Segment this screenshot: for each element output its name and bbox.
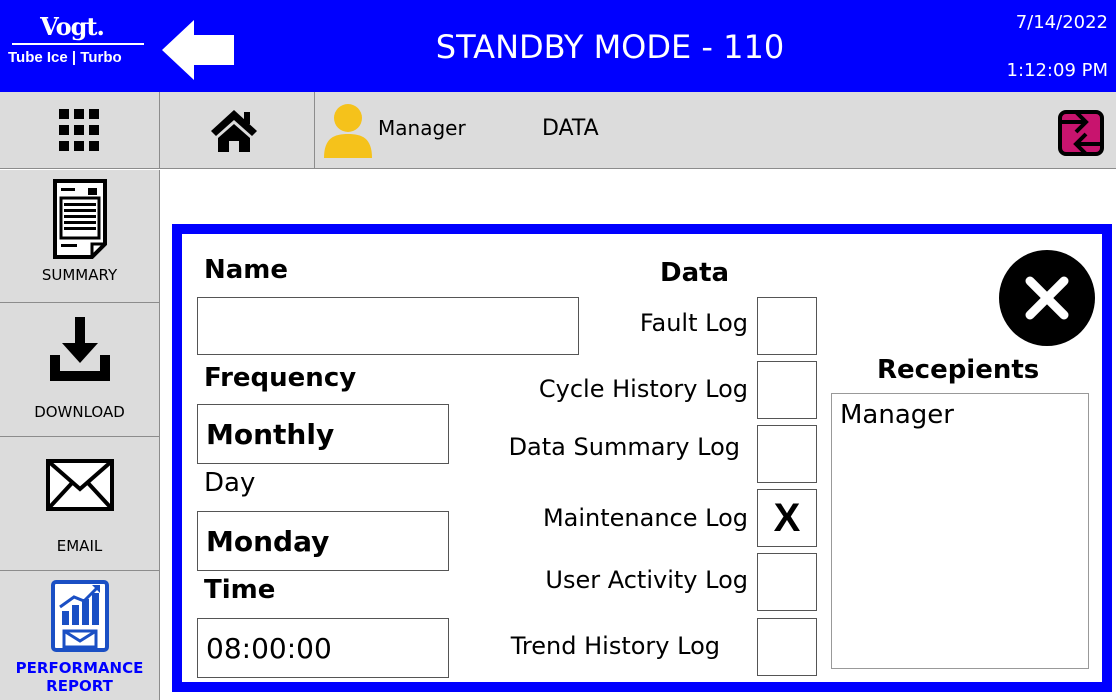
user-icon: [324, 104, 372, 158]
vogt-logo: Vogt. Tube Ice | Turbo: [8, 14, 153, 78]
user-activity-log-checkbox[interactable]: [757, 553, 817, 611]
day-label: Day: [204, 468, 256, 498]
sidebar-item-label: DOWNLOAD: [34, 403, 125, 421]
sidebar-item-download[interactable]: DOWNLOAD: [0, 303, 159, 437]
data-summary-log-checkbox[interactable]: [757, 425, 817, 483]
summary-document-icon: [53, 179, 107, 259]
header-bar: Vogt. Tube Ice | Turbo STANDBY MODE - 11…: [0, 0, 1116, 92]
maintenance-log-checkbox[interactable]: X: [757, 489, 817, 547]
back-arrow-icon[interactable]: [160, 18, 236, 82]
data-summary-log-label: Data Summary Log: [508, 433, 740, 461]
performance-report-icon: [51, 580, 109, 652]
cycle-history-log-label: Cycle History Log: [538, 375, 748, 403]
home-button[interactable]: [160, 92, 315, 169]
page-title: STANDBY MODE - 110: [435, 28, 785, 66]
frequency-label: Frequency: [204, 363, 357, 393]
frequency-value: Monthly: [206, 418, 335, 451]
trend-history-log-checkbox[interactable]: [757, 618, 817, 676]
recipients-label: Recepients: [877, 355, 1040, 385]
frequency-field[interactable]: Monthly: [197, 404, 449, 464]
date-display: 7/14/2022: [1015, 12, 1108, 33]
sidebar-item-label: SUMMARY: [41, 266, 118, 284]
sidebar-item-label: PERFORMANCE REPORT: [15, 659, 144, 695]
logo-brand: Vogt.: [40, 12, 105, 41]
sidebar-item-label: EMAIL: [56, 537, 103, 555]
cycle-history-log-checkbox[interactable]: [757, 361, 817, 419]
fault-log-label: Fault Log: [639, 309, 748, 337]
sidebar-item-performance-report[interactable]: PERFORMANCE REPORT: [0, 571, 159, 700]
close-button[interactable]: [999, 250, 1095, 346]
user-activity-log-label: User Activity Log: [545, 566, 748, 594]
logo-divider: [12, 43, 144, 45]
name-label: Name: [204, 255, 289, 285]
data-heading: Data: [660, 258, 730, 288]
time-label: Time: [204, 575, 276, 605]
toolbar: Manager DATA: [0, 92, 1116, 169]
day-field[interactable]: Monday: [197, 511, 449, 571]
time-value: 08:00:00: [206, 632, 332, 665]
home-icon: [211, 110, 257, 152]
sidebar-item-email[interactable]: EMAIL: [0, 437, 159, 571]
grid-menu-icon: [59, 109, 99, 151]
time-display: 1:12:09 PM: [1006, 60, 1109, 81]
trend-history-log-label: Trend History Log: [510, 632, 720, 660]
sidebar-item-summary[interactable]: SUMMARY: [0, 170, 159, 303]
email-icon: [46, 459, 114, 511]
switch-screen-icon[interactable]: [1054, 108, 1108, 158]
close-icon: [1025, 276, 1069, 320]
fault-log-checkbox[interactable]: [757, 297, 817, 355]
maintenance-log-label: Maintenance Log: [542, 504, 748, 532]
current-user-name: Manager: [378, 116, 466, 140]
menu-button[interactable]: [0, 92, 160, 169]
recipient-item[interactable]: Manager: [840, 400, 954, 430]
recipients-list: Manager: [831, 393, 1089, 669]
logo-product-line: Tube Ice | Turbo: [8, 49, 122, 66]
download-icon: [50, 317, 110, 381]
sidebar: SUMMARY DOWNLOAD EMAIL PERFORMANCE REPOR…: [0, 170, 160, 700]
time-field[interactable]: 08:00:00: [197, 618, 449, 678]
current-page-label: DATA: [542, 116, 599, 141]
day-value: Monday: [206, 525, 330, 558]
